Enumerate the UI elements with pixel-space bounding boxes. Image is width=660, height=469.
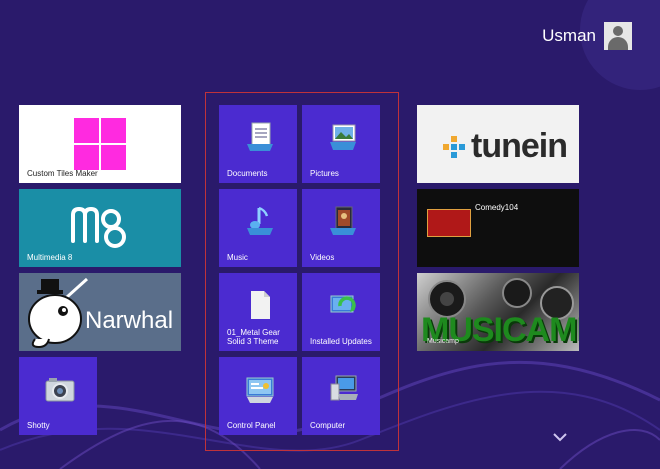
tile-shotty[interactable]: Shotty	[19, 357, 97, 435]
tile-label: Installed Updates	[310, 336, 372, 346]
videos-icon	[330, 206, 356, 235]
tile-label: Videos	[310, 252, 335, 262]
pictures-icon	[330, 124, 356, 150]
tile-pictures[interactable]: Pictures	[302, 105, 380, 183]
magenta-grid-icon	[74, 118, 126, 170]
tile-computer[interactable]: Computer	[302, 357, 380, 435]
tile-label: Custom Tiles Maker	[27, 168, 98, 178]
file-icon	[251, 291, 270, 319]
user-account[interactable]: Usman	[542, 22, 632, 50]
tile-control-panel[interactable]: Control Panel	[219, 357, 297, 435]
tunein-wordmark: tunein	[471, 127, 568, 165]
tile-narwhal[interactable]: Narwhal	[19, 273, 181, 351]
user-name: Usman	[542, 26, 596, 45]
tile-metal-gear-theme[interactable]: 01_Metal Gear Solid 3 Theme	[219, 273, 297, 351]
avatar	[604, 22, 632, 50]
tunein-logo: tunein	[443, 127, 568, 166]
narwhal-wordmark: Narwhal	[85, 307, 174, 334]
music-icon	[247, 206, 273, 235]
tile-installed-updates[interactable]: Installed Updates	[302, 273, 380, 351]
tile-label: 01_Metal Gear Solid 3 Theme	[227, 327, 280, 346]
camera-icon	[45, 378, 75, 402]
tile-custom-tiles-maker[interactable]: Custom Tiles Maker	[19, 105, 181, 183]
tile-comedy104[interactable]: Comedy104	[417, 189, 579, 267]
tile-tunein[interactable]: tunein	[417, 105, 579, 183]
tile-documents[interactable]: Documents	[219, 105, 297, 183]
tile-label: Multimedia 8	[27, 252, 73, 262]
tile-music[interactable]: Music	[219, 189, 297, 267]
tile-label: Comedy104	[475, 203, 519, 212]
tile-videos[interactable]: Videos	[302, 189, 380, 267]
tile-label: Music	[227, 252, 248, 262]
tile-label: Documents	[227, 168, 268, 178]
tunein-plus-icon	[443, 135, 465, 158]
documents-icon	[247, 122, 273, 151]
tile-label: Shotty	[27, 420, 50, 430]
computer-icon	[330, 375, 358, 401]
multimedia-8-logo	[71, 206, 126, 248]
narwhal-logo	[28, 277, 89, 349]
tile-label: Pictures	[310, 168, 339, 178]
tile-label: Musicamp	[427, 338, 459, 345]
chevron-down-icon[interactable]	[552, 432, 568, 442]
installed-updates-icon	[330, 295, 356, 313]
tile-label: Control Panel	[227, 420, 276, 430]
comedy104-logo	[427, 209, 471, 237]
tile-musicamp[interactable]: MUSICAMP Musicamp	[417, 273, 579, 351]
tile-label: Computer	[310, 420, 346, 430]
tile-multimedia-8[interactable]: Multimedia 8	[19, 189, 181, 267]
control-panel-icon	[246, 377, 274, 403]
